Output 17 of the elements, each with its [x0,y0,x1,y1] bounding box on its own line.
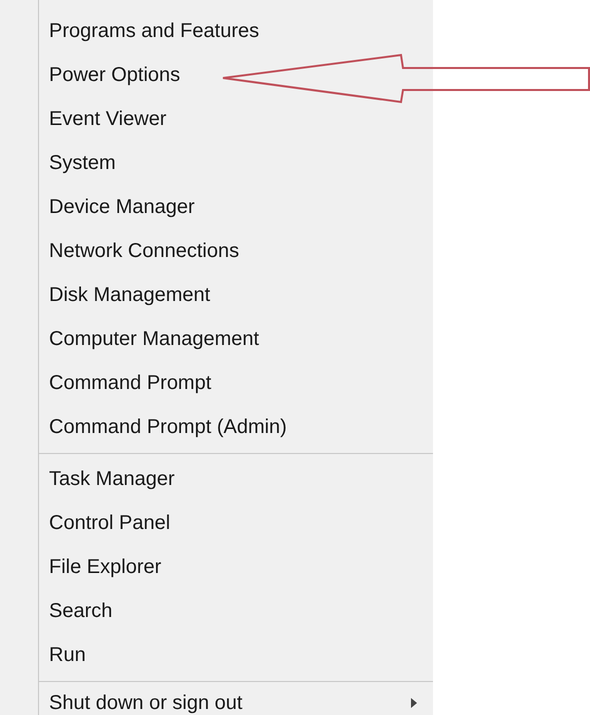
menu-item[interactable]: Shut down or sign out [39,685,433,715]
menu-item[interactable]: Programs and Features [39,9,433,53]
menu-item[interactable]: System [39,141,433,185]
menu-item[interactable]: Task Manager [39,457,433,501]
menu-item[interactable]: Disk Management [39,273,433,317]
menu-item[interactable]: Power Options [39,53,433,97]
menu-item[interactable]: Device Manager [39,185,433,229]
menu-item[interactable]: Command Prompt [39,361,433,405]
menu-item[interactable]: Control Panel [39,501,433,545]
menu-item[interactable]: Computer Management [39,317,433,361]
menu-item[interactable]: Network Connections [39,229,433,273]
menu-item[interactable]: Search [39,589,433,633]
submenu-arrow-icon [411,698,417,708]
menu-item[interactable]: Command Prompt (Admin) [39,405,433,449]
menu-item[interactable]: Event Viewer [39,97,433,141]
menu-item[interactable]: Run [39,633,433,677]
menu-item[interactable]: File Explorer [39,545,433,589]
